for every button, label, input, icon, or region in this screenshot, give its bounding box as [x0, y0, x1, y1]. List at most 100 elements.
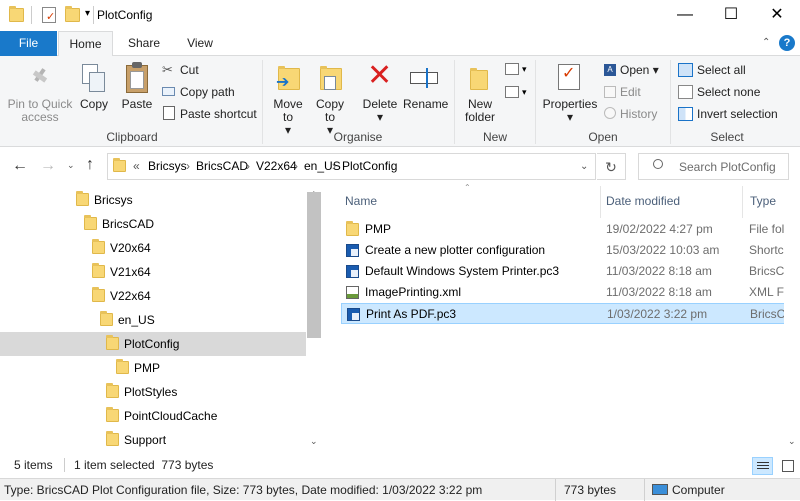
tree-item[interactable]: V21x64 — [0, 260, 306, 284]
new-item-dropdown-icon[interactable]: ▾ — [522, 64, 527, 75]
new-folder-button[interactable]: New folder — [458, 98, 502, 124]
tree-item[interactable]: V20x64 — [0, 236, 306, 260]
tree-item[interactable]: PointCloudCache — [0, 404, 306, 428]
folder-icon — [106, 407, 119, 422]
easy-access-dropdown-icon[interactable]: ▾ — [522, 87, 527, 98]
chevron-right-icon[interactable]: › — [332, 159, 336, 173]
navigation-scrollbar[interactable]: ⌃ ⌄ — [306, 186, 322, 454]
open-button[interactable]: Open ▾ — [620, 64, 659, 77]
folder-icon — [100, 311, 113, 326]
file-list-scrollbar[interactable]: ⌄ — [784, 186, 800, 454]
column-header-name[interactable]: Name — [345, 194, 377, 208]
tree-item[interactable]: BricsCAD — [0, 212, 306, 236]
new-folder-icon — [468, 64, 490, 90]
tree-item[interactable]: PMP — [0, 356, 306, 380]
paste-shortcut-button[interactable]: Paste shortcut — [180, 108, 257, 121]
minimize-button[interactable]: — — [662, 0, 708, 31]
breadcrumb-item[interactable]: BricsCAD — [196, 159, 248, 173]
scroll-down-icon[interactable]: ⌄ — [310, 436, 318, 447]
copy-path-icon — [162, 87, 175, 96]
forward-icon[interactable]: → — [40, 157, 56, 175]
help-icon[interactable]: ? — [779, 35, 795, 51]
scroll-down-icon[interactable]: ⌄ — [788, 436, 796, 447]
tree-item[interactable]: en_US — [0, 308, 306, 332]
select-all-button[interactable]: Select all — [697, 64, 746, 77]
copy-path-button[interactable]: Copy path — [180, 86, 235, 99]
large-icons-view-icon[interactable] — [779, 457, 797, 475]
chevron-right-icon[interactable]: › — [246, 159, 250, 173]
tree-item[interactable]: Bricsys — [0, 188, 306, 212]
scissors-icon: ✂ — [162, 62, 173, 77]
shortcut-icon — [346, 244, 359, 257]
properties-quick-icon[interactable]: ✓ — [42, 7, 56, 23]
file-list: ⌃ Name Date modified Type PMP 19/02/2022 … — [334, 183, 800, 454]
new-group-label: New — [482, 130, 507, 144]
breadcrumb-item[interactable]: PlotConfig — [342, 159, 397, 173]
recent-locations-icon[interactable]: ⌄ — [67, 160, 75, 171]
tab-share[interactable]: Share — [118, 31, 170, 56]
collapse-ribbon-icon[interactable]: ⌃ — [762, 37, 770, 48]
tab-file[interactable]: File — [0, 31, 57, 56]
tree-item[interactable]: Support — [0, 428, 306, 452]
computer-icon — [652, 484, 668, 495]
folder-icon — [92, 287, 105, 302]
new-item-icon[interactable] — [505, 63, 519, 75]
breadcrumb-item[interactable]: V22x64 — [256, 159, 297, 173]
breadcrumb-item[interactable]: Bricsys — [148, 159, 187, 173]
close-button[interactable]: ✕ — [754, 0, 800, 31]
search-input[interactable]: Search PlotConfig — [638, 153, 789, 180]
copy-to-icon — [318, 62, 344, 92]
file-name: ImagePrinting.xml — [365, 285, 462, 299]
history-button[interactable]: History — [620, 108, 657, 121]
invert-selection-icon — [678, 107, 693, 121]
new-folder-quick-icon[interactable] — [65, 6, 80, 22]
folder-icon — [9, 6, 24, 22]
tree-item-label: V22x64 — [110, 289, 151, 303]
file-row[interactable]: Default Windows System Printer.pc3 11/03/… — [341, 261, 800, 282]
details-view-icon[interactable] — [752, 457, 773, 475]
file-row[interactable]: ImagePrinting.xml 11/03/2022 8:18 am XML F… — [341, 282, 800, 303]
paste-button[interactable]: Paste — [118, 98, 156, 111]
file-name: Default Windows System Printer.pc3 — [365, 264, 560, 278]
chevron-right-icon[interactable]: › — [294, 159, 298, 173]
tree-item-label: V21x64 — [110, 265, 151, 279]
tab-view[interactable]: View — [176, 31, 224, 56]
pin-to-quick-access-button[interactable]: Pin to Quick access — [4, 98, 76, 124]
address-dropdown-icon[interactable]: ⌄ — [580, 161, 588, 172]
edit-button[interactable]: Edit — [620, 86, 641, 99]
refresh-icon[interactable]: ↻ — [597, 153, 626, 180]
easy-access-icon[interactable] — [505, 86, 519, 98]
column-header-date[interactable]: Date modified — [606, 194, 680, 208]
tree-item[interactable]: PlotStyles — [0, 380, 306, 404]
cut-button[interactable]: Cut — [180, 64, 199, 77]
tab-home[interactable]: Home — [58, 31, 113, 57]
rename-button[interactable]: Rename — [403, 98, 448, 111]
maximize-button[interactable]: ☐ — [708, 0, 754, 31]
file-row[interactable]: Create a new plotter configuration 15/03/… — [341, 240, 800, 261]
file-row[interactable]: PMP 19/02/2022 4:27 pm File folder — [341, 219, 800, 240]
invert-selection-button[interactable]: Invert selection — [697, 108, 778, 121]
select-none-button[interactable]: Select none — [697, 86, 760, 99]
up-icon[interactable]: ↑ — [86, 156, 94, 174]
ribbon: Pin to Quick access Copy Paste ✂ Cut Cop… — [0, 56, 800, 147]
folder-icon — [92, 263, 105, 278]
copy-button[interactable]: Copy — [78, 98, 110, 111]
back-icon[interactable]: ← — [12, 157, 28, 175]
chevron-right-icon[interactable]: › — [186, 159, 190, 173]
delete-icon: ✕ — [367, 59, 393, 92]
breadcrumb-overflow[interactable]: « — [133, 159, 140, 173]
edit-icon — [604, 86, 616, 98]
move-to-button[interactable]: Move to ▾ — [268, 98, 308, 137]
tree-item[interactable]: V22x64 — [0, 284, 306, 308]
properties-button[interactable]: Properties ▾ — [540, 98, 600, 124]
tree-item-label: Bricsys — [94, 193, 133, 207]
column-header-type[interactable]: Type — [750, 194, 776, 208]
scrollbar-thumb[interactable] — [307, 192, 321, 338]
address-bar[interactable]: « Bricsys › BricsCAD › V22x64 › en_US › PlotConf… — [107, 153, 596, 180]
tree-item-label: PointCloudCache — [124, 409, 218, 423]
tree-item[interactable]: PlotConfig — [0, 332, 306, 356]
organise-group-label: Organise — [333, 130, 383, 144]
file-row[interactable]: Print As PDF.pc3 1/03/2022 3:22 pm BricsCA… — [341, 303, 800, 324]
quick-access-dropdown-icon[interactable]: ▾ — [85, 8, 90, 19]
delete-button[interactable]: Delete ▾ — [360, 98, 400, 124]
